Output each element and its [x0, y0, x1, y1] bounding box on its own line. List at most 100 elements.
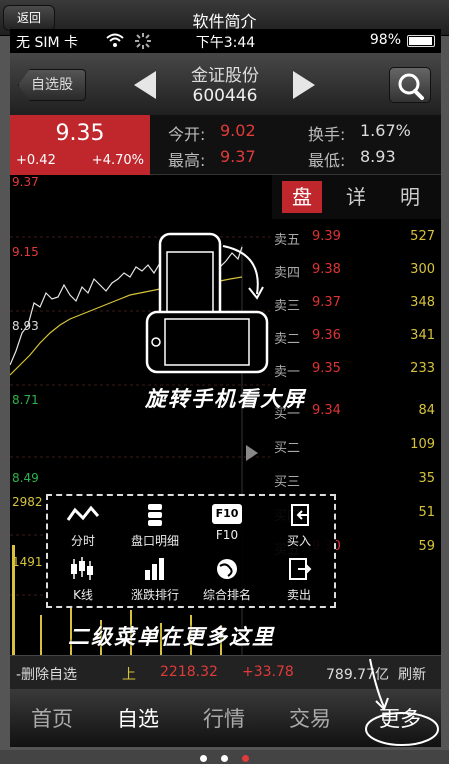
tab-market[interactable]: 行情	[184, 703, 264, 733]
tab-trade[interactable]: 交易	[270, 703, 350, 733]
ob-price: 9.39	[312, 229, 341, 244]
detail-tabs: 盘 详 明	[272, 175, 441, 219]
hint-arrow-icon	[365, 658, 439, 746]
index-value: 2218.32	[160, 664, 218, 680]
y-label: 9.15	[12, 245, 39, 259]
open-label: 今开:	[168, 125, 206, 144]
turnover-label: 换手:	[308, 125, 346, 144]
prev-stock-arrow-icon[interactable]	[134, 71, 156, 99]
market-label: 上	[122, 667, 136, 683]
order-book-row: 卖二 9.36 341	[272, 322, 441, 352]
tab-home[interactable]: 首页	[12, 703, 92, 733]
search-icon	[398, 73, 424, 100]
ob-volume: 341	[410, 328, 435, 343]
line-chart-icon	[66, 505, 100, 521]
menu-item-label: K线	[73, 588, 93, 602]
y-label: 8.93	[12, 319, 39, 333]
menu-item-label: 盘口明细	[130, 534, 179, 548]
ob-volume: 348	[410, 295, 435, 310]
remove-watchlist-button[interactable]: -删除自选	[16, 664, 77, 684]
search-button[interactable]	[389, 67, 431, 103]
tab-detail[interactable]: 详	[336, 181, 376, 213]
tab-watchlist[interactable]: 自选	[98, 703, 178, 733]
low-value: 8.93	[360, 147, 396, 166]
y-label: 8.49	[12, 471, 39, 485]
stock-navbar: 自选股 金证股份 600446	[10, 53, 441, 115]
next-stock-arrow-icon[interactable]	[293, 71, 315, 99]
page-dot[interactable]	[221, 755, 228, 762]
menu-item-composite-rank[interactable]: 综合排名	[192, 554, 262, 604]
price-change-percent: +4.70%	[91, 153, 144, 168]
ob-price: 9.35	[312, 361, 341, 376]
ob-volume: 35	[418, 471, 435, 486]
status-bar: 无 SIM 卡 下午3:44 98%	[10, 29, 441, 53]
order-book-row: 买三 35	[272, 465, 441, 495]
price-change: +0.42	[16, 153, 56, 168]
price-box: 9.35 +0.42 +4.70%	[10, 115, 150, 175]
index-change: +33.78	[242, 664, 294, 680]
f10-icon: F10	[212, 504, 242, 524]
more-menu-hint-text: 二级菜单在更多这里	[68, 624, 275, 649]
menu-item-kline[interactable]: K线	[48, 554, 118, 604]
rotate-hint-text: 旋转手机看大屏	[145, 386, 306, 411]
high-value: 9.37	[220, 147, 256, 166]
order-book-row: 卖三 9.37 348	[272, 289, 441, 319]
menu-item-label: 分时	[70, 534, 95, 548]
battery-percent: 98%	[369, 32, 401, 48]
ob-price: 9.36	[312, 328, 341, 343]
volume-label: 1491	[12, 555, 43, 569]
app-screenshot: 无 SIM 卡 下午3:44 98% 自选股 金证股份 600446 9.35 …	[10, 29, 441, 747]
page-indicator	[0, 750, 449, 764]
ob-volume: 51	[418, 505, 435, 520]
ob-price: 9.37	[312, 295, 341, 310]
app-intro-screen: 返回 软件简介 无 SIM 卡 下午3:44 98% 自选股 金证股份 6004…	[0, 0, 449, 764]
sell-icon	[289, 558, 312, 580]
order-book-row: 卖五 9.39 527	[272, 223, 441, 253]
volume-label: 2982	[12, 495, 43, 509]
more-menu-popup: 分时 盘口明细 F10 F10 买入 K线 涨跌排行 综合排名 卖出	[46, 494, 336, 608]
menu-item-timeshare[interactable]: 分时	[48, 500, 118, 550]
menu-item-label: F10	[215, 528, 239, 542]
quote-panel: 9.35 +0.42 +4.70% 今开: 9.02 最高: 9.37 换手: …	[10, 115, 441, 175]
page-dot-active[interactable]	[242, 755, 249, 762]
open-value: 9.02	[220, 121, 256, 140]
turnover-value: 1.67%	[360, 121, 411, 140]
low-label: 最低:	[308, 151, 346, 170]
order-book-row: 买二 109	[272, 431, 441, 461]
ob-label: 买二	[274, 441, 301, 456]
menu-item-label: 卖出	[286, 588, 311, 602]
ob-volume: 300	[410, 262, 435, 277]
ob-volume: 59	[418, 539, 435, 554]
tab-trades[interactable]: 明	[390, 181, 430, 213]
candlestick-icon	[71, 557, 93, 580]
ob-volume: 109	[410, 437, 435, 452]
tab-orderbook[interactable]: 盘	[282, 181, 322, 213]
menu-item-label: 综合排名	[202, 588, 251, 602]
ob-price: 9.38	[312, 262, 341, 277]
globe-icon	[217, 559, 237, 579]
order-book-row: 卖四 9.38 300	[272, 256, 441, 286]
bar-chart-icon	[145, 558, 164, 580]
current-price: 9.35	[55, 121, 105, 146]
order-book-row: 卖一 9.35 233	[272, 355, 441, 385]
watchlist-back-button[interactable]: 自选股	[18, 69, 86, 101]
ob-volume: 233	[410, 361, 435, 376]
battery-icon	[407, 35, 435, 47]
menu-item-sell[interactable]: 卖出	[264, 554, 334, 604]
expand-arrow-icon	[246, 445, 258, 461]
y-label: 9.37	[12, 175, 39, 189]
buy-icon	[291, 504, 309, 526]
menu-item-order-detail[interactable]: 盘口明细	[120, 500, 190, 550]
menu-item-buy[interactable]: 买入	[264, 500, 334, 550]
menu-item-label: 涨跌排行	[130, 588, 179, 602]
high-label: 最高:	[168, 151, 206, 170]
menu-item-ranking[interactable]: 涨跌排行	[120, 554, 190, 604]
ob-label: 买三	[274, 475, 301, 490]
stock-name: 金证股份	[191, 66, 259, 86]
menu-item-f10[interactable]: F10 F10	[192, 500, 262, 550]
menu-item-label: 买入	[286, 534, 311, 548]
volume-bar	[40, 615, 42, 655]
page-dot[interactable]	[200, 755, 207, 762]
ob-volume: 527	[410, 229, 435, 244]
stack-icon	[148, 504, 162, 526]
